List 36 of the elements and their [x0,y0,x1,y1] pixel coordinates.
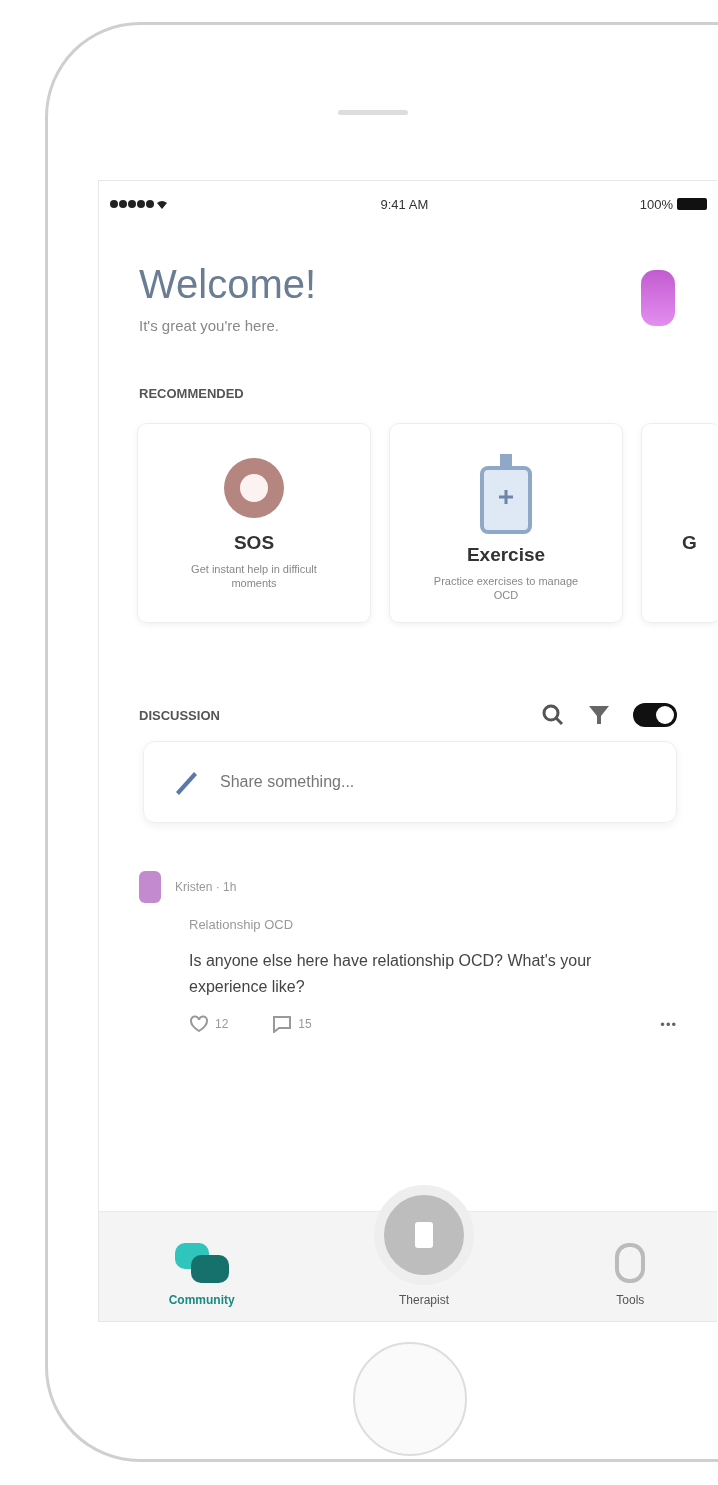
card-description: Practice exercises to manage OCD [432,574,580,603]
post-text: Is anyone else here have relationship OCD? What's your experience like? [189,951,593,997]
search-icon[interactable] [541,703,565,727]
welcome-subtitle: It's great you're here. [139,317,280,334]
card-title: G [682,532,697,554]
nav-tab[interactable]: Community [168,1241,235,1307]
nav-tab[interactable]: Therapist [374,1185,474,1307]
avatar[interactable] [641,270,675,326]
status-time: 9:41 AM [380,196,429,212]
card-title: SOS [233,532,275,554]
more-button[interactable]: ••• [660,1016,677,1032]
recommendation-card[interactable]: Exercise Practice exercises to manage OCD [389,423,623,623]
battery-percent: 100% [639,196,673,212]
tools-icon [613,1241,648,1285]
welcome-title: Welcome! [139,262,317,307]
signal-icon [109,198,169,210]
phone-speaker [338,110,408,115]
card-title: Exercise [466,544,546,566]
like-count: 12 [215,1017,229,1032]
card-description: Get instant help in difficult moments [190,562,318,591]
section-heading: RECOMMENDED [139,386,244,401]
comment-count: 15 [298,1017,312,1032]
filter-icon[interactable] [587,703,611,727]
share-input-field[interactable]: Share something... [218,772,648,792]
nav-tab[interactable]: Tools [613,1241,648,1307]
author-avatar [139,871,161,903]
post-author: Kristen · 1h [175,880,237,894]
battery-icon [677,198,707,210]
clipboard-icon [478,452,534,536]
section-heading: DISCUSSION [139,707,220,723]
heart-icon[interactable] [189,1015,209,1034]
recommendation-card[interactable]: SOS Get instant help in difficult moments [137,423,371,623]
chat-bubbles-icon [172,1241,231,1285]
toggle-switch[interactable] [633,703,677,727]
comment-icon[interactable] [272,1015,293,1034]
post-topic: Relationship OCD [189,917,295,932]
